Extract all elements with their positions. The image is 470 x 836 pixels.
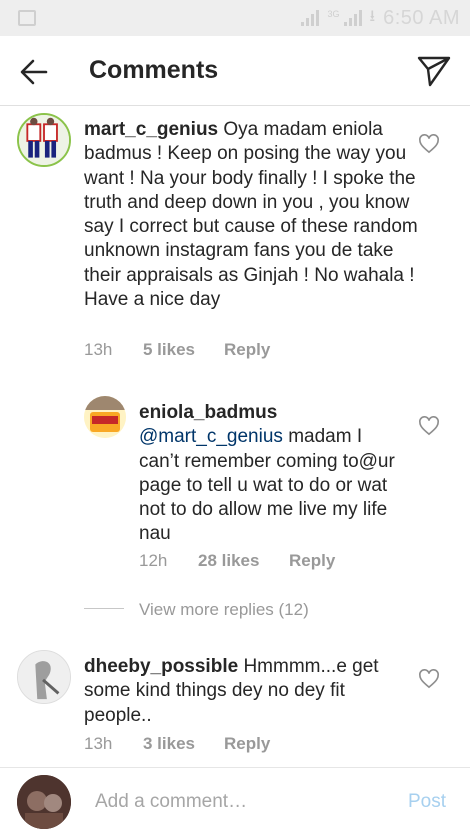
reply-button[interactable]: Reply <box>289 551 335 571</box>
comment-text: Oya madam eniola badmus ! Keep on posing… <box>84 119 418 311</box>
comment-body: eniola_badmus @mart_c_genius madam I can… <box>139 401 404 547</box>
comment-meta: 13h 5 likes Reply <box>84 340 270 360</box>
post-button[interactable]: Post <box>408 791 446 813</box>
signal-icon <box>343 10 362 26</box>
divider <box>84 608 124 609</box>
comment-username[interactable]: eniola_badmus <box>139 402 277 423</box>
comment-likes[interactable]: 3 likes <box>143 734 224 754</box>
comment-time: 13h <box>84 340 113 359</box>
signal-icon <box>301 10 320 26</box>
heart-icon[interactable] <box>418 416 440 436</box>
heart-icon[interactable] <box>418 669 440 689</box>
send-icon[interactable] <box>416 54 452 88</box>
comment-username[interactable]: mart_c_genius <box>84 119 218 140</box>
comment-body: mart_c_genius Oya madam eniola badmus ! … <box>84 118 420 312</box>
comment-composer: Add a comment… Post <box>0 767 470 836</box>
avatar[interactable] <box>17 650 71 704</box>
image-icon <box>18 10 36 26</box>
header: Comments <box>0 36 470 106</box>
comment-input[interactable]: Add a comment… <box>95 791 247 813</box>
reply-button[interactable]: Reply <box>224 340 270 360</box>
comment-likes[interactable]: 5 likes <box>143 340 224 360</box>
mention-link[interactable]: @mart_c_genius <box>139 426 283 447</box>
comment-meta: 13h 3 likes Reply <box>84 734 270 754</box>
comment-time: 13h <box>84 734 113 753</box>
status-time: 6:50 AM <box>383 6 460 29</box>
comment-likes[interactable]: 28 likes <box>198 551 289 571</box>
view-more-replies-button[interactable]: View more replies (12) <box>139 600 309 620</box>
avatar[interactable] <box>84 396 126 438</box>
status-bar: 3G ⭳ 6:50 AM <box>0 0 470 36</box>
back-arrow-icon[interactable] <box>18 56 50 88</box>
heart-icon[interactable] <box>418 134 440 154</box>
comment-meta: 12h 28 likes Reply <box>139 551 335 571</box>
comment-time: 12h <box>139 551 168 570</box>
avatar <box>17 775 71 829</box>
comment-username[interactable]: dheeby_possible <box>84 656 238 677</box>
avatar[interactable] <box>17 113 71 167</box>
reply-button[interactable]: Reply <box>224 734 270 754</box>
comment-body: dheeby_possible Hmmmm...e get some kind … <box>84 655 414 728</box>
network-type: 3G <box>327 9 340 19</box>
download-icon: ⭳ <box>369 7 376 25</box>
page-title: Comments <box>89 56 219 84</box>
